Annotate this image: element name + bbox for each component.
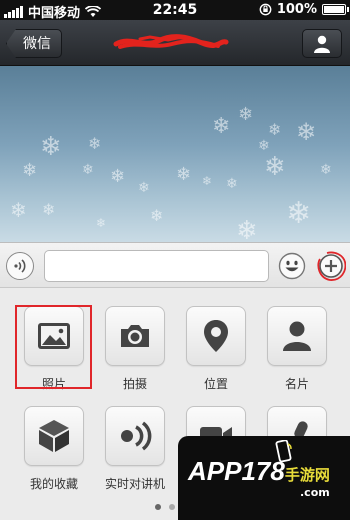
message-input[interactable]: [44, 250, 269, 282]
snowflake-decoration: ❄: [10, 198, 27, 222]
page-dot-active: [155, 504, 161, 510]
snowflake-decoration: ❄: [238, 104, 254, 125]
snowflake-decoration: ❄: [226, 176, 238, 192]
nav-bar: 微信: [0, 20, 350, 66]
profile-button[interactable]: [302, 29, 342, 58]
snowflake-decoration: ❄: [264, 152, 286, 182]
snowflake-decoration: ❄: [88, 134, 102, 153]
snowflake-decoration: ❄: [176, 164, 192, 185]
snowflake-decoration: ❄: [320, 162, 332, 178]
contact-card-icon: [283, 321, 311, 351]
tool-contact-card-tile[interactable]: [267, 306, 327, 366]
snowflake-decoration: ❄: [236, 216, 258, 242]
watermark-text: APP178手游网: [188, 456, 330, 487]
snowflake-decoration: ❄: [110, 166, 126, 187]
snowflake-decoration: ❄: [202, 174, 213, 188]
tool-walkie-talkie-tile[interactable]: [105, 406, 165, 466]
snowflake-decoration: ❄: [82, 162, 94, 178]
tool-location-tile[interactable]: [186, 306, 246, 366]
voice-wave-icon: [14, 259, 26, 273]
battery-icon: [322, 4, 349, 15]
rotation-lock-icon: [259, 3, 272, 16]
snowflake-decoration: ❄: [96, 216, 107, 230]
person-icon: [314, 35, 330, 53]
snowflake-decoration: ❄: [42, 200, 56, 219]
snowflake-decoration: ❄: [286, 196, 312, 231]
snowflake-decoration: ❄: [212, 114, 231, 139]
watermark-logo: APP178手游网 .com: [178, 436, 350, 520]
emoji-button[interactable]: [278, 252, 306, 280]
snowflake-decoration: ❄: [296, 118, 317, 146]
snowflake-decoration: ❄: [22, 160, 38, 181]
snowflake-decoration: ❄: [138, 180, 150, 196]
tool-label: 拍摄: [122, 377, 147, 391]
voice-button[interactable]: [6, 252, 34, 280]
tool-walkie-talkie[interactable]: 实时对讲机: [95, 406, 175, 492]
location-pin-icon: [204, 320, 228, 352]
tool-camera[interactable]: 拍摄: [95, 306, 175, 392]
tool-contact-card[interactable]: 名片: [257, 306, 337, 392]
snowflake-decoration: ❄: [150, 206, 164, 225]
chat-background: ❄ ❄ ❄ ❄ ❄ ❄ ❄ ❄ ❄ ❄ ❄ ❄ ❄ ❄ ❄ ❄ ❄ ❄ ❄ ❄ …: [0, 66, 350, 242]
status-bar: 中国移动 22:45 100%: [0, 0, 350, 21]
watermark-brand: APP178: [188, 456, 285, 486]
tool-label: 我的收藏: [29, 477, 78, 491]
redacted-chat-title: [113, 34, 229, 49]
tool-camera-tile[interactable]: [105, 306, 165, 366]
tool-location[interactable]: 位置: [176, 306, 256, 392]
tool-favorites[interactable]: 我的收藏: [14, 406, 94, 492]
tool-label: 名片: [284, 377, 309, 391]
tool-favorites-tile[interactable]: [24, 406, 84, 466]
tool-label: 位置: [203, 377, 228, 391]
snowflake-decoration: ❄: [268, 120, 282, 139]
photo-highlight-annotation: [15, 305, 92, 389]
battery-group: 100%: [259, 2, 349, 17]
cube-icon: [39, 420, 69, 452]
battery-percent: 100%: [276, 2, 317, 17]
camera-icon: [121, 325, 149, 347]
back-button[interactable]: 微信: [6, 29, 62, 58]
plus-button[interactable]: [316, 251, 346, 281]
watermark-sub: .com: [300, 486, 330, 499]
tool-label: 实时对讲机: [104, 477, 165, 491]
input-bar: [0, 242, 350, 288]
snowflake-decoration: ❄: [40, 132, 62, 162]
watermark-accent: 手游网: [284, 467, 330, 484]
page-dot: [169, 504, 175, 510]
page-indicator: [155, 504, 175, 510]
walkie-talkie-icon: [121, 421, 152, 451]
